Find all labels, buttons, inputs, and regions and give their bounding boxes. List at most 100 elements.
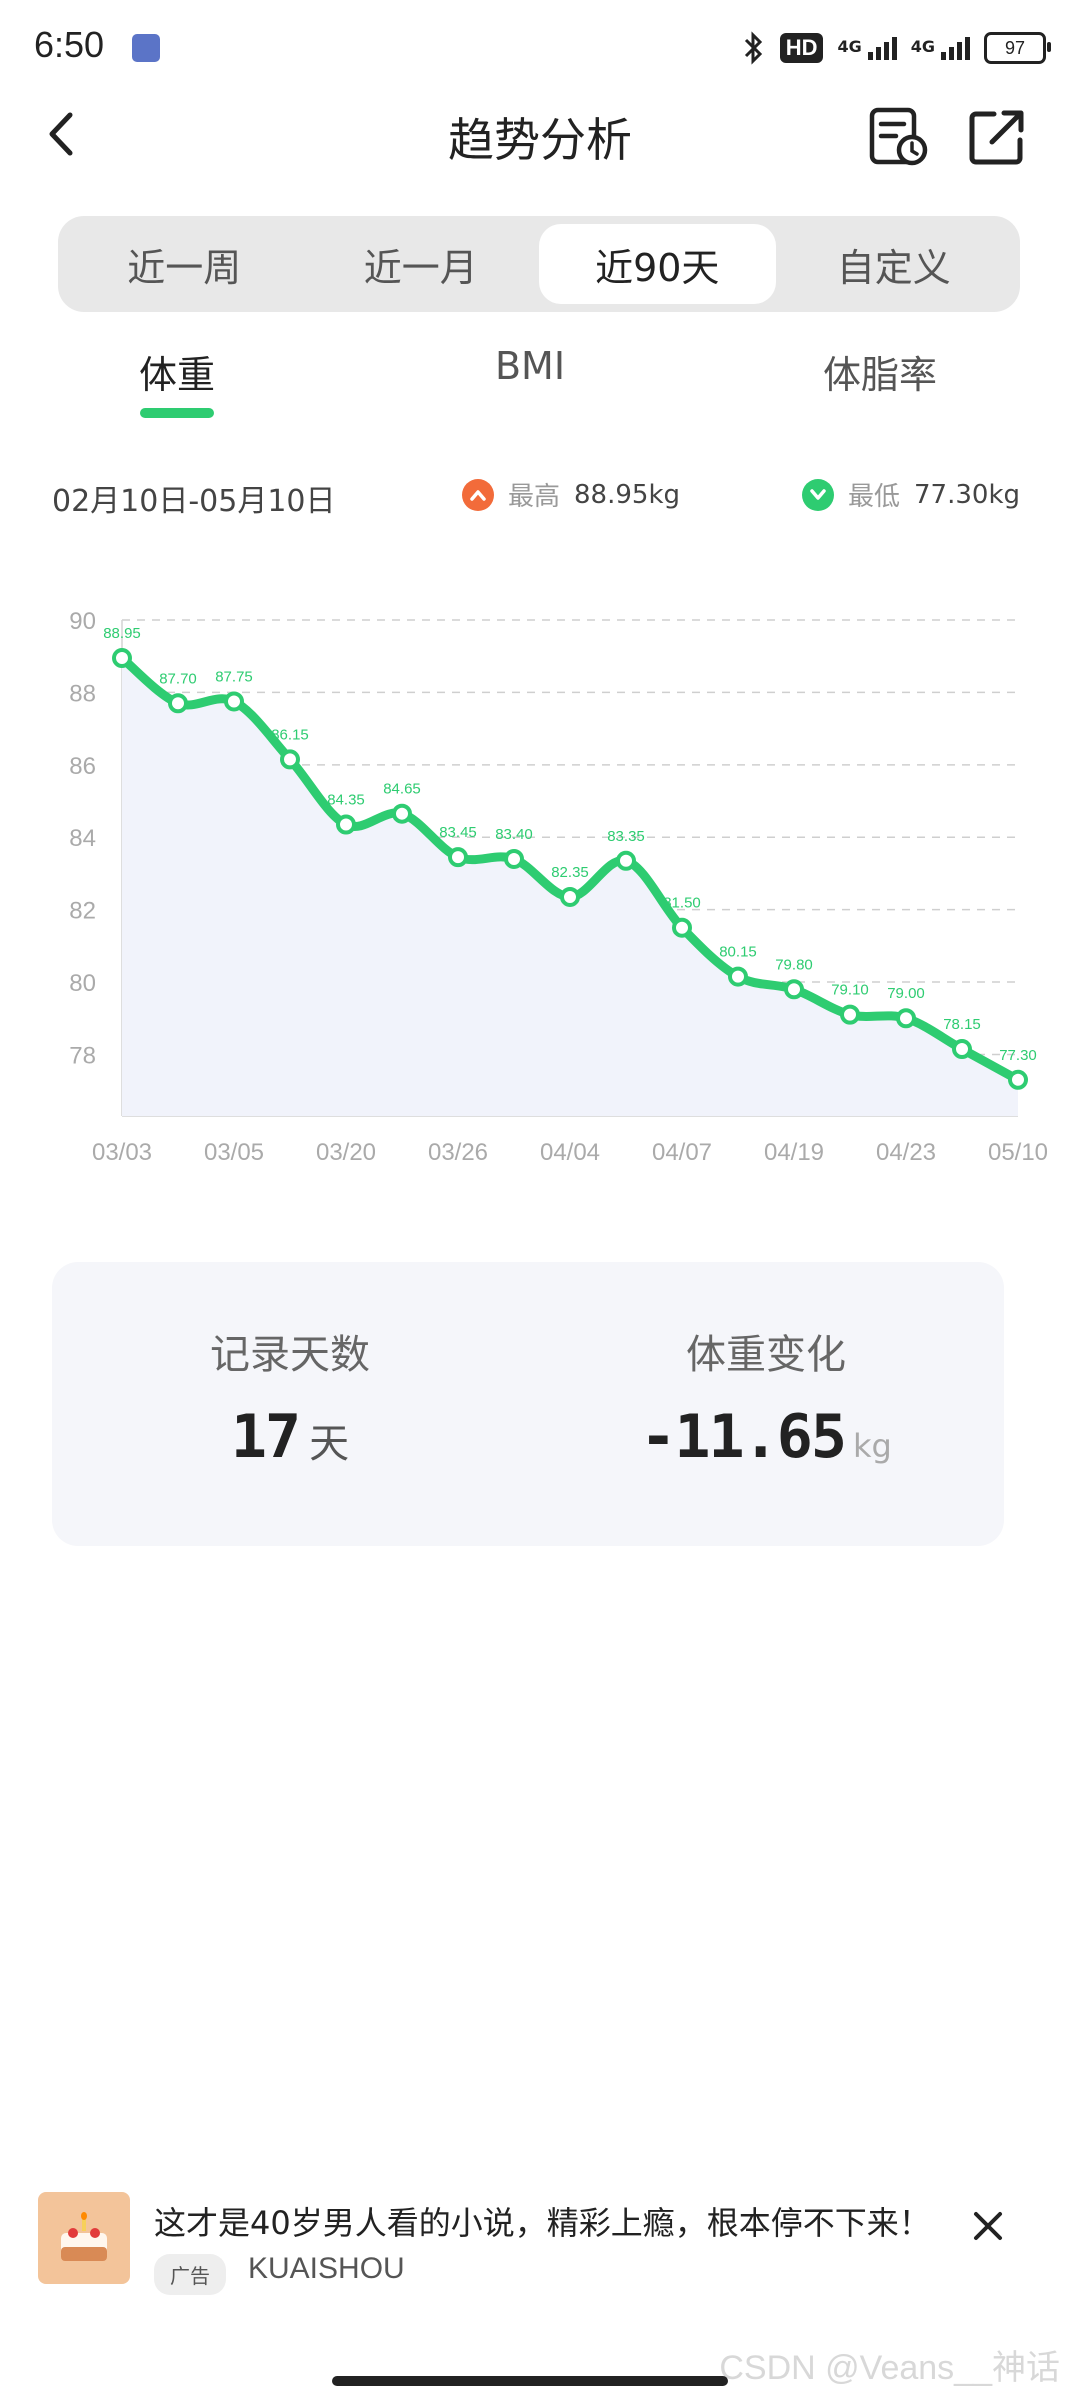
- data-label: 84.65: [383, 781, 421, 798]
- x-tick-label: 04/07: [652, 1139, 712, 1166]
- data-point: [392, 803, 412, 824]
- min-label: 最低: [848, 482, 901, 512]
- ad-thumbnail[interactable]: [38, 2192, 130, 2284]
- record-days-value: 17: [230, 1402, 301, 1472]
- data-point: [504, 848, 524, 869]
- record-days-label: 记录天数: [210, 1332, 370, 1378]
- y-tick-label: 88: [69, 680, 96, 707]
- tab-month[interactable]: 近一月: [303, 224, 540, 304]
- summary-card: 记录天数 体重变化 17 天 -11.65 kg: [52, 1262, 1004, 1546]
- data-label: 81.50: [663, 895, 701, 912]
- y-tick-label: 84: [69, 825, 96, 852]
- range-tabs: 近一周 近一月 近90天 自定义: [58, 216, 1020, 312]
- data-label: 79.10: [831, 982, 869, 999]
- notification-app-icon: [132, 34, 160, 62]
- data-point: [616, 850, 636, 871]
- data-label: 83.35: [607, 828, 645, 845]
- data-label: 82.35: [551, 864, 589, 881]
- y-tick-label: 90: [69, 608, 96, 635]
- weight-change-value: -11.65: [640, 1402, 847, 1472]
- data-label: 87.70: [159, 670, 197, 687]
- data-point: [728, 966, 748, 987]
- y-tick-label: 82: [69, 898, 96, 925]
- tab-weight[interactable]: 体重: [57, 344, 297, 399]
- x-tick-label: 05/10: [988, 1139, 1048, 1166]
- data-point: [448, 847, 468, 868]
- signal-1: 4G: [837, 36, 897, 60]
- data-point: [1008, 1069, 1028, 1090]
- data-point: [224, 691, 244, 712]
- y-tick-label: 86: [69, 753, 96, 780]
- y-tick-label: 80: [69, 970, 96, 997]
- share-icon: [969, 110, 1024, 165]
- weight-change-unit: kg: [852, 1427, 892, 1465]
- data-point: [672, 917, 692, 938]
- weight-change: -11.65 kg: [528, 1402, 1004, 1472]
- data-label: 87.75: [215, 668, 253, 685]
- data-point: [168, 693, 188, 714]
- x-tick-label: 03/20: [316, 1139, 376, 1166]
- data-label: 83.45: [439, 824, 477, 841]
- network-type-2: 4G: [910, 36, 935, 56]
- max-label: 最高: [508, 482, 561, 512]
- hd-badge: HD: [779, 33, 824, 63]
- home-indicator[interactable]: [332, 2376, 728, 2386]
- tab-body-fat[interactable]: 体脂率: [760, 344, 1000, 399]
- share-button[interactable]: [964, 104, 1030, 170]
- tab-bmi[interactable]: BMI: [410, 344, 650, 388]
- ad-text[interactable]: 这才是40岁男人看的小说，精彩上瘾，根本停不下来！: [154, 2198, 931, 2244]
- data-label: 83.40: [495, 826, 533, 843]
- max-stat: 最高 88.95kg: [462, 476, 680, 513]
- status-time: 6:50: [34, 24, 105, 65]
- ad-banner[interactable]: 这才是40岁男人看的小说，精彩上瘾，根本停不下来！ 广告 KUAISHOU: [0, 2188, 1080, 2328]
- max-value: 88.95kg: [574, 479, 681, 510]
- arrow-up-icon: [462, 478, 494, 511]
- data-label: 79.00: [887, 985, 925, 1002]
- data-label: 77.30: [999, 1047, 1037, 1064]
- data-point: [112, 648, 132, 669]
- data-point: [336, 814, 356, 835]
- data-point: [896, 1008, 916, 1029]
- data-point: [952, 1039, 972, 1060]
- ad-close-button[interactable]: [966, 2204, 1010, 2248]
- data-label: 80.15: [719, 944, 757, 961]
- weight-trend-chart: 88.95 87.70 87.75 86.15 84.35 84.65 83.45 83.40…: [69, 608, 1048, 1166]
- ad-brand: KUAISHOU: [248, 2252, 405, 2285]
- x-tick-label: 03/26: [428, 1139, 488, 1166]
- close-icon: [974, 2212, 1002, 2240]
- data-point: [840, 1004, 860, 1025]
- x-tick-label: 04/19: [764, 1139, 824, 1166]
- bluetooth-icon: [744, 31, 762, 65]
- network-type-1: 4G: [837, 36, 862, 56]
- tab-custom[interactable]: 自定义: [776, 224, 1013, 304]
- record-history-button[interactable]: [866, 104, 932, 170]
- ad-badge: 广告: [154, 2254, 226, 2295]
- x-tick-label: 04/23: [876, 1139, 936, 1166]
- data-label: 86.15: [271, 726, 309, 743]
- cake-icon: [61, 2212, 107, 2261]
- signal-2: 4G: [910, 36, 970, 60]
- x-tick-label: 03/03: [92, 1139, 152, 1166]
- record-days: 17 天: [52, 1402, 528, 1472]
- x-tick-label: 04/04: [540, 1139, 600, 1166]
- data-point: [560, 886, 580, 907]
- data-label: 84.35: [327, 792, 365, 809]
- tab-week[interactable]: 近一周: [66, 224, 303, 304]
- data-point: [280, 749, 300, 770]
- data-point: [784, 979, 804, 1000]
- min-value: 77.30kg: [914, 479, 1021, 510]
- tab-90-days[interactable]: 近90天: [539, 224, 776, 304]
- data-label: 79.80: [775, 956, 813, 973]
- weight-change-label: 体重变化: [686, 1332, 846, 1378]
- data-label: 78.15: [943, 1016, 981, 1033]
- y-tick-label: 78: [69, 1042, 96, 1069]
- data-label: 88.95: [103, 625, 141, 642]
- battery-indicator: 97: [984, 32, 1051, 64]
- status-icons: HD 4G 4G 97: [742, 28, 1051, 68]
- record-days-unit: 天: [309, 1421, 350, 1467]
- date-range: 02月10日-05月10日: [52, 484, 336, 519]
- min-stat: 最低 77.30kg: [802, 476, 1020, 513]
- active-tab-indicator: [140, 408, 214, 418]
- watermark: CSDN @Veans__神话: [719, 2349, 1060, 2387]
- record-history-icon: [869, 107, 928, 166]
